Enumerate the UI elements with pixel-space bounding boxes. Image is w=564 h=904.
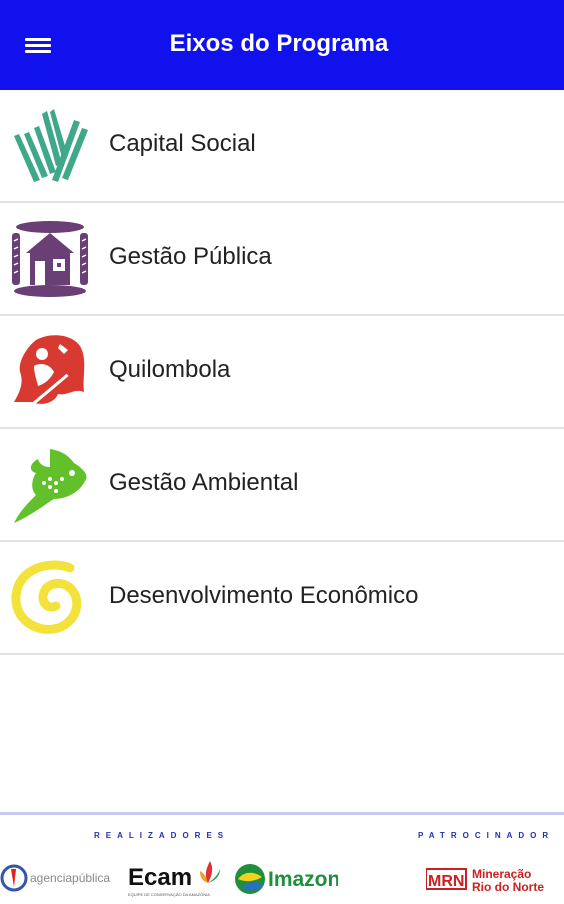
svg-text:Ecam: Ecam bbox=[128, 864, 192, 891]
item-label: Gestão Pública bbox=[109, 243, 272, 270]
axes-list: Capital Social Gestão Pública Quilombola… bbox=[0, 90, 564, 655]
item-label: Capital Social bbox=[109, 130, 256, 157]
svg-text:agenciapública: agenciapública bbox=[30, 871, 110, 885]
desenvolvimento-spiral-icon bbox=[10, 558, 90, 638]
svg-text:Mineração: Mineração bbox=[472, 867, 531, 881]
svg-text:Rio do Norte: Rio do Norte bbox=[472, 880, 544, 894]
capital-social-leaves-icon bbox=[10, 106, 90, 186]
item-label: Gestão Ambiental bbox=[109, 469, 299, 496]
page-title: Eixos do Programa bbox=[169, 30, 389, 57]
svg-text:MRN: MRN bbox=[428, 873, 464, 890]
realizadores-label: REALIZADORES bbox=[94, 831, 230, 840]
quilombola-figure-icon bbox=[10, 332, 90, 412]
ecam-logo: Ecam EQUIPE DE CONSERVAÇÃO DA AMAZÔNIA bbox=[128, 859, 228, 899]
list-item-gestao-ambiental[interactable]: Gestão Ambiental bbox=[0, 429, 564, 542]
svg-text:Imazon: Imazon bbox=[268, 868, 338, 891]
imazon-logo: Imazon bbox=[234, 859, 340, 899]
list-item-gestao-publica[interactable]: Gestão Pública bbox=[0, 203, 564, 316]
list-item-quilombola[interactable]: Quilombola bbox=[0, 316, 564, 429]
gestao-publica-house-icon bbox=[10, 219, 90, 299]
gestao-ambiental-fish-icon bbox=[10, 445, 90, 525]
item-label: Quilombola bbox=[109, 356, 231, 383]
patrocinador-label: PATROCINADOR bbox=[418, 831, 555, 840]
sponsors-footer: REALIZADORES PATROCINADOR agenciapública… bbox=[0, 812, 564, 903]
app-bar: Eixos do Programa bbox=[0, 0, 564, 90]
agencia-publica-logo: agenciapública bbox=[0, 859, 110, 899]
svg-text:EQUIPE DE CONSERVAÇÃO DA AMAZÔ: EQUIPE DE CONSERVAÇÃO DA AMAZÔNIA bbox=[128, 892, 210, 897]
item-label: Desenvolvimento Econômico bbox=[109, 582, 419, 609]
mrn-logo: MRN Mineração Rio do Norte bbox=[425, 859, 560, 899]
list-item-desenvolvimento-economico[interactable]: Desenvolvimento Econômico bbox=[0, 542, 564, 655]
list-item-capital-social[interactable]: Capital Social bbox=[0, 90, 564, 203]
